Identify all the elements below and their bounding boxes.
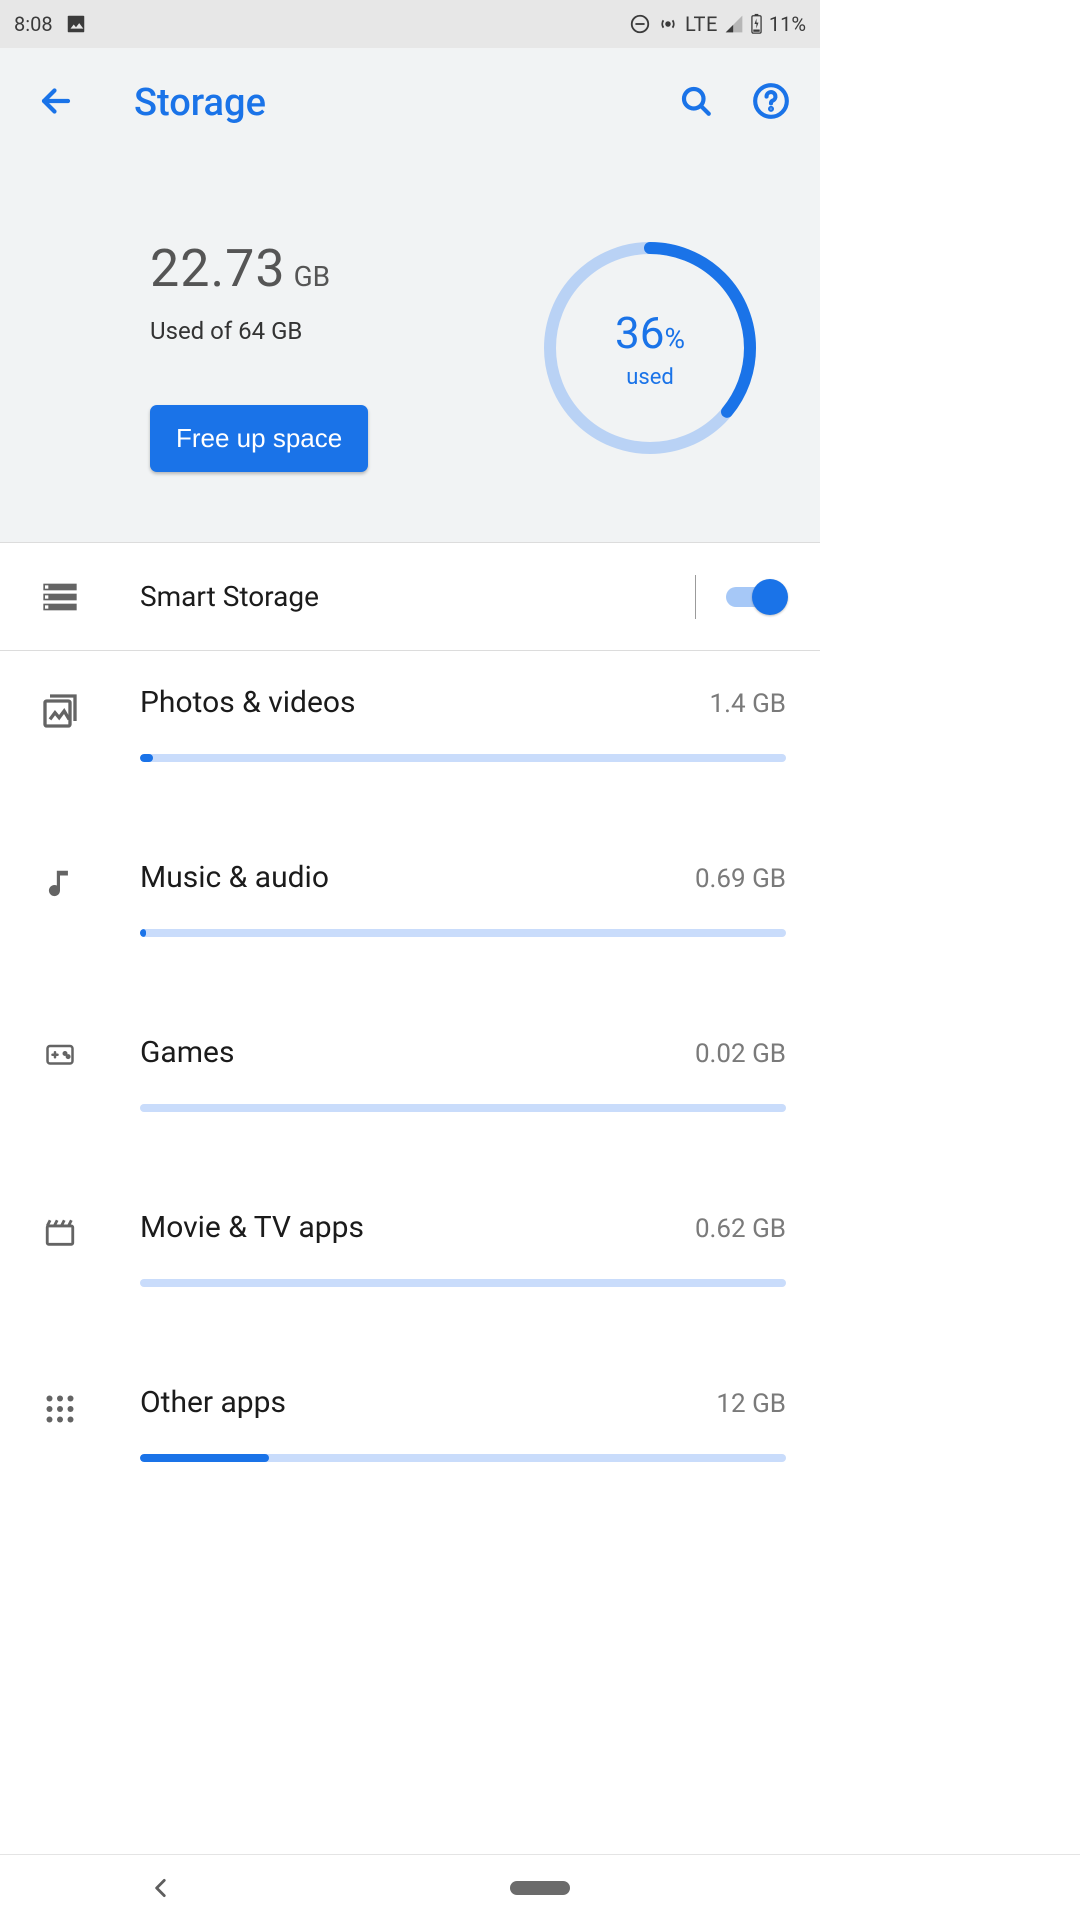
- storage-summary: 22.73 GB Used of 64 GB Free up space 36%…: [0, 158, 820, 543]
- do-not-disturb-icon: [629, 13, 651, 35]
- category-row[interactable]: Photos & videos 1.4 GB: [0, 651, 820, 762]
- storage-icon: [34, 577, 86, 617]
- category-bar: [140, 1104, 786, 1112]
- smart-storage-toggle[interactable]: [726, 579, 786, 615]
- category-row[interactable]: Games 0.02 GB: [0, 1001, 820, 1112]
- category-name: Other apps: [140, 1385, 286, 1420]
- category-size: 0.02 GB: [695, 1039, 786, 1069]
- storage-used-value: 22.73: [150, 238, 286, 299]
- status-battery: 11%: [769, 12, 806, 36]
- category-icon: [34, 1216, 86, 1250]
- nav-back-button[interactable]: [148, 1875, 174, 1901]
- category-row[interactable]: Music & audio 0.69 GB: [0, 826, 820, 937]
- system-nav-bar: [0, 1854, 1080, 1920]
- nav-home-pill[interactable]: [510, 1881, 570, 1895]
- back-button[interactable]: [38, 83, 74, 123]
- storage-used-unit: GB: [294, 260, 331, 293]
- category-icon: [34, 1041, 86, 1071]
- category-size: 12 GB: [716, 1389, 786, 1419]
- hotspot-icon: [657, 13, 679, 35]
- category-icon: [34, 1391, 86, 1427]
- status-time: 8:08: [14, 12, 53, 36]
- smart-storage-label: Smart Storage: [140, 580, 695, 613]
- search-button[interactable]: [678, 83, 714, 123]
- vertical-divider: [695, 575, 696, 619]
- status-network: LTE: [685, 12, 718, 36]
- image-icon: [65, 13, 87, 35]
- app-bar: Storage: [0, 48, 820, 158]
- category-row[interactable]: Other apps 12 GB: [0, 1351, 820, 1462]
- category-bar: [140, 1279, 786, 1287]
- storage-percent-sign: %: [664, 322, 685, 355]
- storage-total-label: Used of 64 GB: [150, 317, 510, 345]
- storage-percent-label: used: [626, 365, 674, 390]
- category-bar: [140, 929, 786, 937]
- category-icon: [34, 691, 86, 731]
- battery-icon: [750, 13, 763, 35]
- category-icon: [34, 866, 86, 904]
- category-size: 0.69 GB: [695, 864, 786, 894]
- category-bar: [140, 1454, 786, 1462]
- help-button[interactable]: [752, 82, 790, 124]
- category-name: Games: [140, 1035, 234, 1070]
- category-name: Movie & TV apps: [140, 1210, 364, 1245]
- category-name: Music & audio: [140, 860, 329, 895]
- category-row[interactable]: Movie & TV apps 0.62 GB: [0, 1176, 820, 1287]
- storage-percent-number: 36: [615, 307, 664, 359]
- category-size: 1.4 GB: [710, 689, 786, 719]
- category-bar: [140, 754, 786, 762]
- status-bar: 8:08 LTE 11%: [0, 0, 820, 48]
- page-title: Storage: [134, 81, 266, 125]
- category-name: Photos & videos: [140, 685, 355, 720]
- signal-icon: [724, 14, 744, 34]
- free-up-space-button[interactable]: Free up space: [150, 405, 368, 472]
- category-size: 0.62 GB: [695, 1214, 786, 1244]
- smart-storage-row[interactable]: Smart Storage: [0, 543, 820, 651]
- storage-usage-donut: 36% used: [540, 238, 760, 458]
